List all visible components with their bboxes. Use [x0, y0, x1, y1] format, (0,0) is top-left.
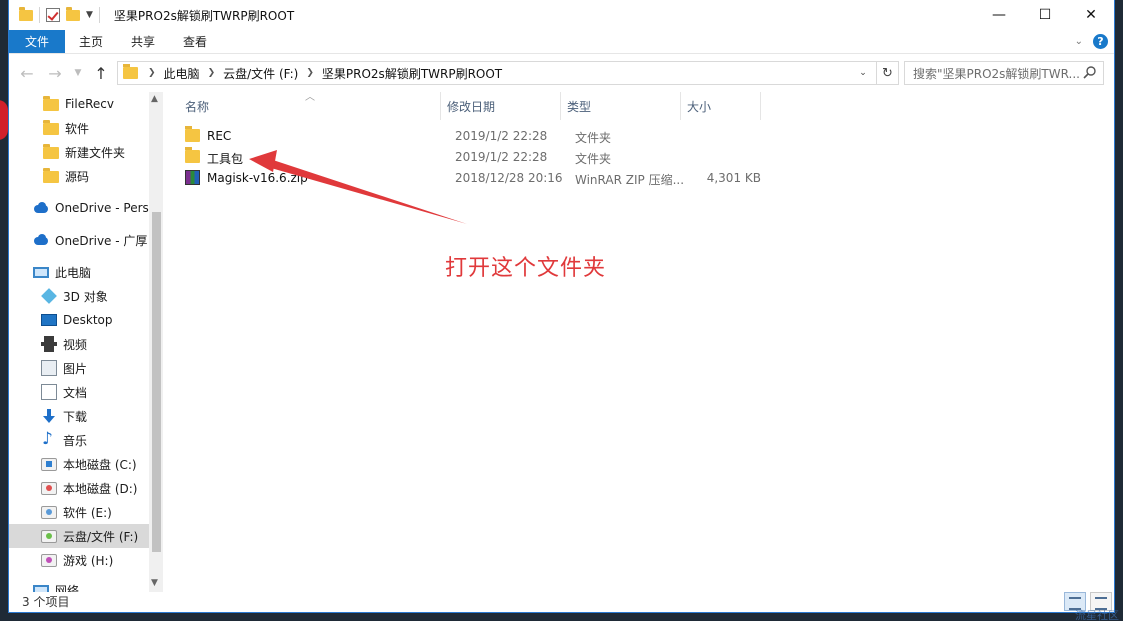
folder-icon	[43, 96, 59, 111]
3d-objects-icon	[41, 288, 57, 304]
column-header-name[interactable]: 名称	[179, 92, 441, 120]
nav-item-onedrive-org[interactable]: OneDrive - 广厚	[33, 228, 163, 252]
desktop-background-left	[0, 0, 8, 621]
folder-icon	[43, 120, 59, 135]
nav-item-3d-objects[interactable]: 3D 对象	[41, 284, 163, 308]
nav-item-pictures[interactable]: 图片	[41, 356, 163, 380]
customize-toolbar-chevron-icon[interactable]: ▼	[86, 10, 93, 20]
chevron-right-icon[interactable]: ❯	[302, 68, 318, 78]
file-row-rec[interactable]: REC 2019/1/2 22:28 文件夹	[185, 126, 785, 147]
nav-item-this-pc[interactable]: 此电脑	[33, 260, 163, 284]
documents-icon	[41, 384, 57, 400]
properties-icon[interactable]	[46, 8, 60, 22]
back-arrow-icon[interactable]: ←	[15, 61, 39, 85]
help-icon[interactable]: ?	[1093, 34, 1108, 49]
scroll-down-chevron-icon[interactable]: ▼	[151, 578, 158, 588]
folder-icon	[43, 168, 59, 183]
column-header-type[interactable]: 类型	[561, 92, 681, 120]
nav-item-network[interactable]: 网络	[33, 578, 163, 592]
tab-file[interactable]: 文件	[9, 30, 65, 53]
address-history-chevron-icon[interactable]: ⌄	[854, 62, 872, 84]
nav-item-music[interactable]: 音乐	[41, 428, 163, 452]
onedrive-icon	[33, 232, 49, 248]
nav-item-new-folder[interactable]: 新建文件夹	[43, 140, 163, 164]
file-row-toolkit[interactable]: 工具包 2019/1/2 22:28 文件夹	[185, 147, 785, 168]
nav-scrollbar[interactable]: ▲ ▼	[149, 92, 163, 592]
nav-item-drive-d[interactable]: 本地磁盘 (D:)	[41, 476, 163, 500]
close-button[interactable]: ✕	[1068, 0, 1114, 30]
computer-icon	[33, 266, 49, 278]
maximize-button[interactable]: ☐	[1022, 0, 1068, 30]
minimize-button[interactable]: —	[976, 0, 1022, 30]
folder-icon	[185, 147, 200, 163]
refresh-icon[interactable]: ↻	[876, 62, 898, 84]
video-icon	[41, 336, 57, 352]
breadcrumb-drive-f[interactable]: 云盘/文件 (F:)	[219, 65, 302, 82]
desktop-background-bottom	[0, 613, 1123, 621]
annotation-text: 打开这个文件夹	[445, 256, 607, 281]
windows-drive-icon	[41, 457, 57, 471]
drive-icon	[41, 505, 57, 519]
column-header-date[interactable]: 修改日期	[441, 92, 561, 120]
folder-icon	[185, 126, 200, 142]
new-folder-icon[interactable]	[66, 6, 80, 21]
nav-item-onedrive-personal[interactable]: OneDrive - Perso	[33, 196, 163, 220]
quick-access-toolbar: ▼	[9, 6, 100, 23]
drive-icon	[41, 481, 57, 495]
column-header-size[interactable]: 大小	[681, 92, 761, 120]
nav-item-downloads[interactable]: 下载	[41, 404, 163, 428]
nav-item-desktop[interactable]: Desktop	[41, 308, 163, 332]
chevron-right-icon[interactable]: ❯	[204, 68, 220, 78]
desktop-background-right	[1115, 0, 1123, 621]
nav-item-filerecv[interactable]: FileRecv	[43, 92, 163, 116]
download-icon	[41, 408, 57, 424]
search-icon	[1083, 66, 1096, 79]
drive-icon	[41, 553, 57, 567]
item-count: 3 个项目	[22, 595, 70, 609]
folder-icon	[123, 64, 138, 79]
nav-item-drive-e[interactable]: 软件 (E:)	[41, 500, 163, 524]
address-bar[interactable]: ❯ 此电脑 ❯ 云盘/文件 (F:) ❯ 坚果PRO2s解锁刷TWRP刷ROOT…	[117, 61, 899, 85]
nav-item-documents[interactable]: 文档	[41, 380, 163, 404]
scrollbar-thumb[interactable]	[152, 212, 161, 552]
breadcrumb-current-folder[interactable]: 坚果PRO2s解锁刷TWRP刷ROOT	[318, 65, 506, 82]
drive-icon	[41, 529, 57, 543]
nav-item-drive-h[interactable]: 游戏 (H:)	[41, 548, 163, 572]
up-arrow-icon[interactable]: ↑	[89, 61, 113, 85]
breadcrumb-this-pc[interactable]: 此电脑	[160, 65, 204, 82]
recent-locations-chevron-icon[interactable]: ▼	[71, 61, 85, 85]
nav-item-source[interactable]: 源码	[43, 164, 163, 188]
search-input[interactable]: 搜索"坚果PRO2s解锁刷TWR...	[904, 61, 1104, 85]
window-title: 坚果PRO2s解锁刷TWRP刷ROOT	[113, 8, 295, 23]
search-placeholder: 搜索"坚果PRO2s解锁刷TWR...	[913, 66, 1080, 81]
nav-item-drive-f[interactable]: 云盘/文件 (F:)	[9, 524, 149, 548]
onedrive-icon	[33, 200, 49, 216]
file-list: ︿ 名称 修改日期 类型 大小 REC 2019/1/2 22:28 文件夹 工…	[167, 92, 1112, 592]
nav-item-software-folder[interactable]: 软件	[43, 116, 163, 140]
desktop-icon	[41, 314, 57, 326]
music-icon	[41, 429, 57, 449]
title-bar: ▼ 坚果PRO2s解锁刷TWRP刷ROOT — ☐ ✕	[9, 0, 1114, 30]
ribbon-tabs: 文件 主页 共享 查看 ⌄ ?	[9, 30, 1114, 54]
explorer-window: ▼ 坚果PRO2s解锁刷TWRP刷ROOT — ☐ ✕ 文件 主页 共享 查看 …	[8, 0, 1115, 613]
tab-share[interactable]: 共享	[117, 30, 169, 53]
scroll-up-chevron-icon[interactable]: ▲	[151, 94, 158, 104]
tab-view[interactable]: 查看	[169, 30, 221, 53]
nav-item-drive-c[interactable]: 本地磁盘 (C:)	[41, 452, 163, 476]
folder-icon	[43, 144, 59, 159]
address-row: ← → ▼ ↑ ❯ 此电脑 ❯ 云盘/文件 (F:) ❯ 坚果PRO2s解锁刷T…	[9, 54, 1114, 92]
forward-arrow-icon[interactable]: →	[43, 61, 67, 85]
watermark: 流星社区	[1075, 609, 1119, 621]
nav-item-videos[interactable]: 视频	[41, 332, 163, 356]
zip-archive-icon	[185, 170, 200, 185]
navigation-pane: FileRecv 软件 新建文件夹 源码 OneDrive - Perso On…	[9, 92, 163, 592]
status-bar: 3 个项目	[9, 591, 1116, 612]
file-row-magisk-zip[interactable]: Magisk-v16.6.zip 2018/12/28 20:16 WinRAR…	[185, 168, 785, 189]
folder-icon	[19, 6, 33, 21]
pictures-icon	[41, 360, 57, 376]
chevron-right-icon[interactable]: ❯	[144, 68, 160, 78]
tab-home[interactable]: 主页	[65, 30, 117, 53]
expand-ribbon-chevron-icon[interactable]: ⌄	[1075, 36, 1083, 47]
